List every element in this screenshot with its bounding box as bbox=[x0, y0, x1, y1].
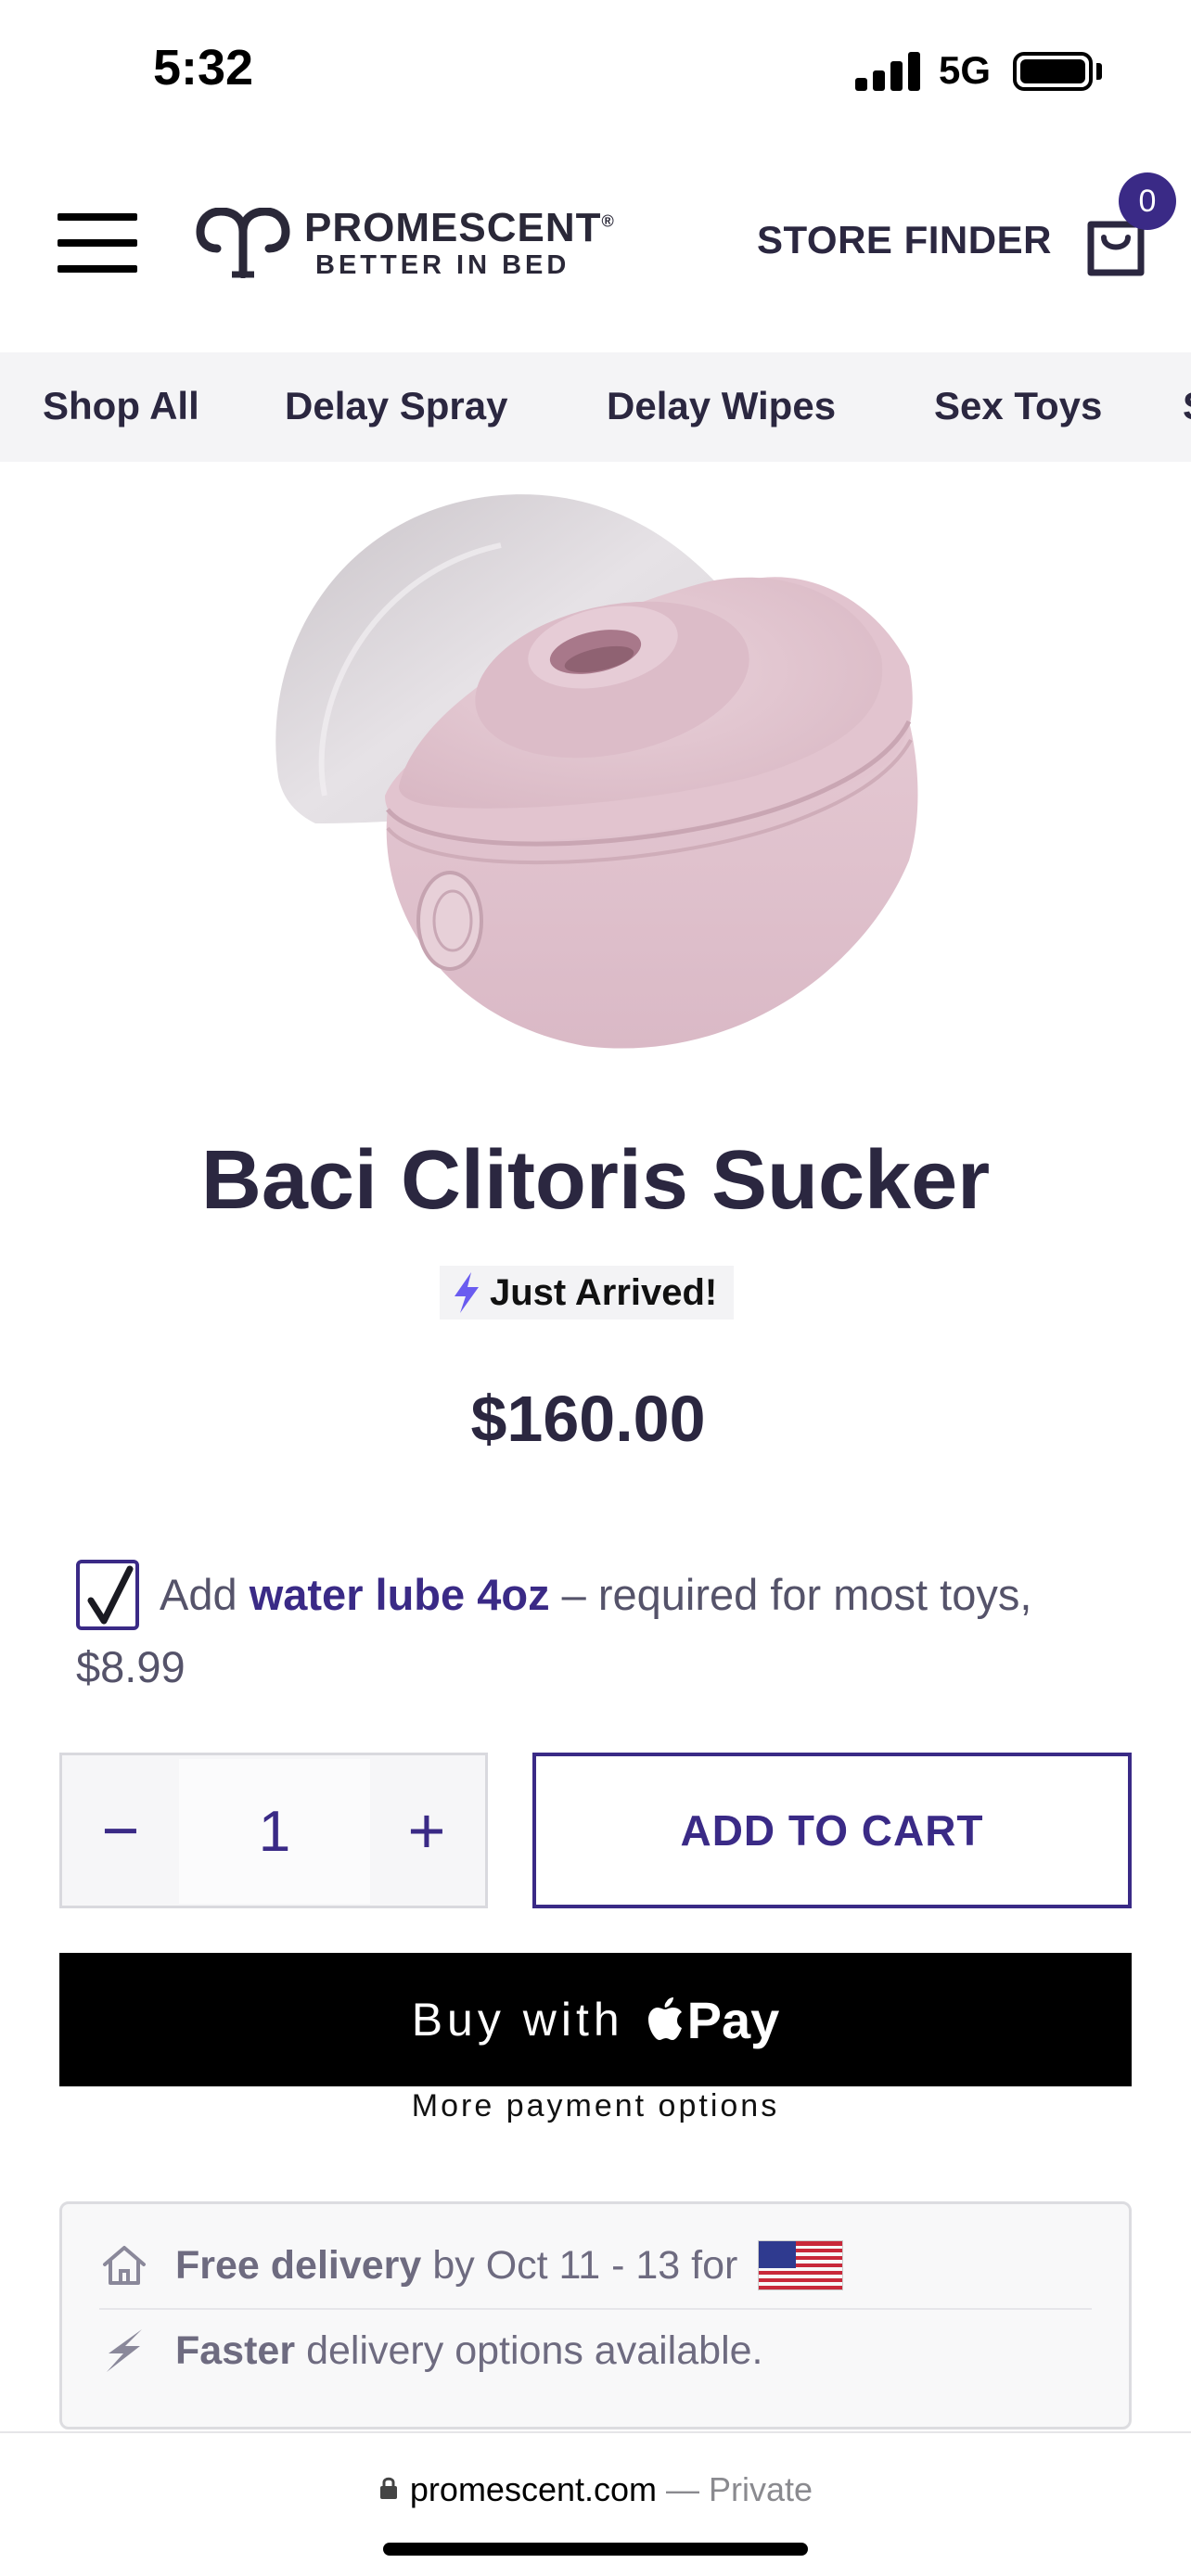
faster-delivery-text: delivery options available. bbox=[306, 2327, 763, 2373]
status-time: 5:32 bbox=[153, 40, 254, 96]
product-title: Baci Clitoris Sucker bbox=[200, 1134, 991, 1227]
addon-checkbox[interactable] bbox=[76, 1559, 139, 1630]
network-type: 5G bbox=[939, 48, 992, 92]
addon-offer: Add water lube 4oz – required for most t… bbox=[76, 1559, 1133, 1701]
home-icon bbox=[103, 2246, 146, 2285]
add-to-cart-button[interactable]: ADD TO CART bbox=[532, 1753, 1132, 1908]
faster-delivery-label: Faster bbox=[175, 2327, 296, 2373]
lock-icon bbox=[379, 2478, 397, 2500]
nav-sex-toys[interactable]: Sex Toys bbox=[934, 384, 1102, 428]
addon-product-link[interactable]: water lube 4oz bbox=[250, 1570, 550, 1619]
faster-delivery-row: Faster delivery options available. bbox=[99, 2323, 762, 2378]
store-finder-link[interactable]: STORE FINDER bbox=[757, 218, 1052, 262]
apple-pay-label: Pay bbox=[686, 1990, 780, 2049]
url-domain: promescent.com bbox=[409, 2470, 658, 2508]
logo-trademark: ® bbox=[601, 210, 615, 230]
addon-prefix: Add bbox=[160, 1570, 237, 1619]
lightning-icon bbox=[107, 2329, 142, 2372]
more-payment-options-link[interactable]: More payment options bbox=[0, 2088, 1191, 2124]
product-image[interactable] bbox=[269, 490, 928, 1055]
us-flag-icon bbox=[758, 2240, 844, 2290]
url-privacy-label: — Private bbox=[666, 2470, 813, 2508]
category-nav: Shop All Delay Spray Delay Wipes Sex Toy… bbox=[0, 352, 1191, 462]
quantity-stepper: − + bbox=[59, 1753, 488, 1908]
quantity-decrease-button[interactable]: − bbox=[62, 1755, 179, 1906]
nav-shop-all[interactable]: Shop All bbox=[43, 384, 199, 428]
apple-logo-icon bbox=[647, 1997, 682, 2040]
ram-logo-icon bbox=[196, 208, 290, 278]
nav-delay-wipes[interactable]: Delay Wipes bbox=[607, 384, 836, 428]
nav-delay-spray[interactable]: Delay Spray bbox=[285, 384, 507, 428]
status-bar: 5:32 5G bbox=[0, 0, 1191, 139]
quantity-input[interactable] bbox=[179, 1759, 370, 1904]
nav-next-item[interactable]: S bbox=[1183, 384, 1191, 428]
delivery-info-box: Free delivery by Oct 11 - 13 for Faster … bbox=[59, 2201, 1132, 2429]
battery-icon bbox=[1013, 52, 1093, 91]
free-delivery-text: by Oct 11 - 13 for bbox=[432, 2242, 738, 2288]
home-indicator[interactable] bbox=[383, 2543, 808, 2556]
logo-brand: PROMESCENT bbox=[304, 204, 602, 250]
logo-tagline: BETTER IN BED bbox=[315, 249, 570, 280]
just-arrived-badge: Just Arrived! bbox=[440, 1266, 735, 1320]
menu-icon[interactable] bbox=[58, 213, 137, 273]
checkmark-icon bbox=[87, 1565, 134, 1625]
apple-pay-prefix: Buy with bbox=[411, 1994, 624, 2046]
product-price: $160.00 bbox=[470, 1383, 706, 1455]
apple-pay-button[interactable]: Buy with Pay bbox=[59, 1953, 1132, 2086]
promescent-logo[interactable]: PROMESCENT® BETTER IN BED bbox=[195, 206, 615, 280]
free-delivery-label: Free delivery bbox=[175, 2242, 422, 2288]
badge-label: Just Arrived! bbox=[490, 1271, 718, 1313]
quantity-increase-button[interactable]: + bbox=[368, 1755, 485, 1906]
cell-signal-icon bbox=[855, 50, 920, 91]
free-delivery-row: Free delivery by Oct 11 - 13 for bbox=[99, 2238, 844, 2293]
lightning-bolt-icon bbox=[455, 1272, 479, 1313]
cart-count-badge: 0 bbox=[1119, 172, 1176, 230]
site-header: PROMESCENT® BETTER IN BED STORE FINDER bbox=[0, 176, 1191, 306]
